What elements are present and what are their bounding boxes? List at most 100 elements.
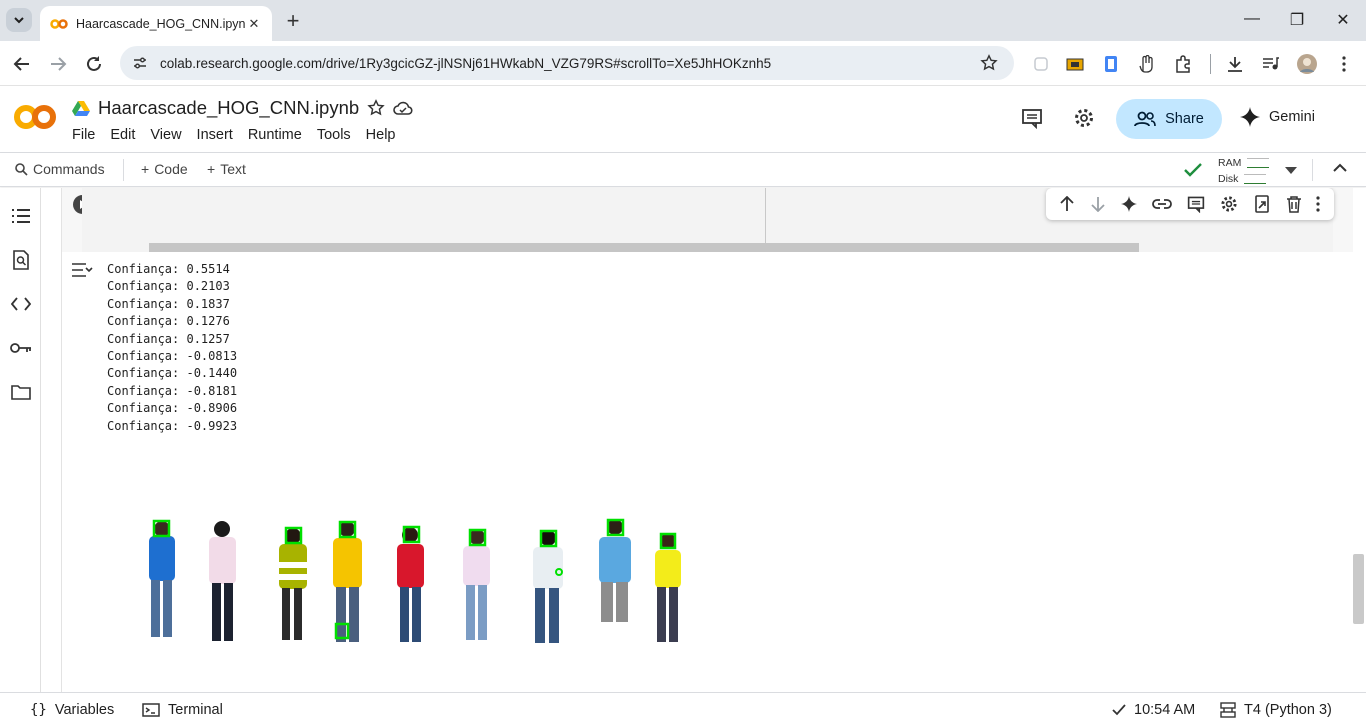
gemini-label: Gemini — [1269, 109, 1315, 125]
output-line: Confiança: -0.8181 — [107, 383, 238, 398]
menu-bar: File Edit View Insert Runtime Tools Help — [72, 127, 396, 143]
code-icon[interactable] — [10, 293, 32, 315]
colab-logo[interactable] — [14, 103, 56, 131]
extension-folder-icon[interactable] — [1064, 53, 1086, 75]
cell-toolbar — [1046, 188, 1334, 220]
resource-monitor[interactable]: RAM Disk — [1218, 155, 1270, 187]
runtime-label: T4 (Python 3) — [1244, 702, 1332, 718]
runtime-status[interactable]: T4 (Python 3) — [1220, 702, 1332, 718]
person-9 — [655, 532, 681, 642]
person-6 — [463, 528, 490, 640]
download-icon[interactable] — [1224, 53, 1246, 75]
menu-runtime[interactable]: Runtime — [248, 127, 302, 143]
toolbar-separator — [1312, 159, 1313, 181]
trash-icon[interactable] — [1286, 195, 1302, 213]
menu-file[interactable]: File — [72, 127, 95, 143]
extension-doc-icon[interactable] — [1100, 53, 1122, 75]
url-text[interactable]: colab.research.google.com/drive/1Ry3gcic… — [160, 56, 980, 71]
menu-insert[interactable]: Insert — [197, 127, 233, 143]
tab-search-button[interactable] — [6, 8, 32, 32]
forward-icon[interactable] — [47, 53, 69, 75]
ram-label: RAM — [1218, 157, 1242, 169]
site-settings-icon[interactable] — [132, 55, 148, 71]
toolbar-divider — [1210, 54, 1211, 74]
notebook-area: Confiança: 0.5514 Confiança: 0.2103 Confia… — [41, 188, 1366, 692]
output-gutter — [61, 252, 62, 692]
plus-icon[interactable]: + — [282, 8, 304, 34]
menu-view[interactable]: View — [150, 127, 181, 143]
share-button[interactable]: Share — [1116, 99, 1222, 139]
gemini-sparkle-icon — [1240, 107, 1260, 127]
toc-icon[interactable] — [10, 205, 32, 227]
colab-favicon — [50, 18, 68, 29]
minimize-icon[interactable]: — — [1242, 10, 1262, 28]
output-line: Confiança: -0.9923 — [107, 418, 238, 433]
disk-bar — [1244, 174, 1267, 185]
gemini-button[interactable]: Gemini — [1240, 107, 1315, 127]
output-line: Confiança: 0.5514 — [107, 262, 230, 276]
notebook-toolbar: Commands + Code + Text RAM Disk — [0, 153, 1366, 187]
bookmark-star-icon[interactable] — [980, 54, 998, 72]
back-icon[interactable] — [11, 53, 33, 75]
person-5 — [397, 525, 424, 642]
output-toggle-icon[interactable] — [71, 261, 93, 279]
address-bar-row: colab.research.google.com/drive/1Ry3gcic… — [0, 41, 1366, 86]
add-text-button[interactable]: + Text — [207, 161, 246, 177]
arrow-down-icon[interactable] — [1090, 196, 1106, 212]
terminal-label: Terminal — [168, 702, 223, 718]
window-close-icon[interactable]: ✕ — [1333, 10, 1353, 30]
folder-icon[interactable] — [10, 381, 32, 403]
tab-title: Haarcascade_HOG_CNN.ipynb — [76, 16, 246, 31]
open-in-tab-icon[interactable] — [1253, 195, 1271, 213]
chevron-up-icon[interactable] — [1333, 163, 1347, 173]
extension-icon[interactable] — [1030, 53, 1052, 75]
vertical-scrollbar[interactable] — [1353, 554, 1364, 624]
more-vert-icon[interactable] — [1316, 196, 1321, 212]
menu-tools[interactable]: Tools — [317, 127, 351, 143]
browser-tab-bar: Haarcascade_HOG_CNN.ipynb ✕ + — ❐ ✕ — [0, 0, 1366, 41]
extension-hand-icon[interactable] — [1136, 53, 1158, 75]
menu-edit[interactable]: Edit — [110, 127, 135, 143]
horizontal-scrollbar[interactable] — [149, 243, 1139, 252]
variables-button[interactable]: {} Variables — [30, 702, 114, 718]
star-icon[interactable] — [367, 99, 385, 117]
output-line: Confiança: -0.0813 — [107, 349, 238, 364]
output-line: Confiança: -0.8906 — [107, 401, 238, 416]
colab-header: Haarcascade_HOG_CNN.ipynb File Edit View… — [0, 87, 1366, 153]
people-icon — [1134, 111, 1156, 127]
menu-help[interactable]: Help — [366, 127, 396, 143]
add-code-button[interactable]: + Code — [141, 161, 188, 177]
settings-gear-icon[interactable] — [1073, 107, 1095, 129]
settings-gear-icon[interactable] — [1220, 195, 1238, 213]
cloud-icon[interactable] — [393, 100, 413, 116]
browser-menu-icon[interactable] — [1333, 53, 1355, 75]
comment-icon[interactable] — [1021, 107, 1043, 129]
arrow-up-icon[interactable] — [1059, 196, 1075, 212]
find-icon[interactable] — [10, 249, 32, 271]
chevron-down-icon[interactable] — [1285, 167, 1297, 174]
check-icon — [1112, 704, 1126, 716]
person-1 — [149, 519, 175, 637]
execution-status[interactable]: 10:54 AM — [1112, 702, 1195, 718]
variables-icon: {} — [30, 702, 47, 718]
terminal-button[interactable]: Terminal — [142, 702, 223, 718]
output-line: Confiança: 0.1276 — [107, 314, 230, 329]
key-icon[interactable] — [10, 337, 32, 359]
gemini-sparkle-icon[interactable] — [1121, 196, 1138, 212]
maximize-icon[interactable]: ❐ — [1287, 10, 1307, 30]
drive-icon[interactable] — [72, 100, 90, 116]
media-control-icon[interactable] — [1260, 53, 1282, 75]
close-icon[interactable]: ✕ — [246, 16, 262, 32]
person-3 — [279, 526, 307, 640]
extensions-puzzle-icon[interactable] — [1172, 53, 1194, 75]
cell-output-text: Confiança: 0.5514 Confiança: 0.2103 Confia… — [107, 261, 237, 435]
comment-icon[interactable] — [1187, 195, 1205, 213]
url-bar[interactable]: colab.research.google.com/drive/1Ry3gcic… — [120, 46, 1014, 80]
profile-avatar[interactable] — [1296, 53, 1318, 75]
notebook-title[interactable]: Haarcascade_HOG_CNN.ipynb — [98, 97, 359, 119]
commands-button[interactable]: Commands — [15, 161, 105, 177]
reload-icon[interactable] — [83, 53, 105, 75]
link-icon[interactable] — [1152, 198, 1172, 210]
browser-tab[interactable]: Haarcascade_HOG_CNN.ipynb ✕ — [40, 6, 272, 41]
variables-label: Variables — [54, 702, 115, 718]
